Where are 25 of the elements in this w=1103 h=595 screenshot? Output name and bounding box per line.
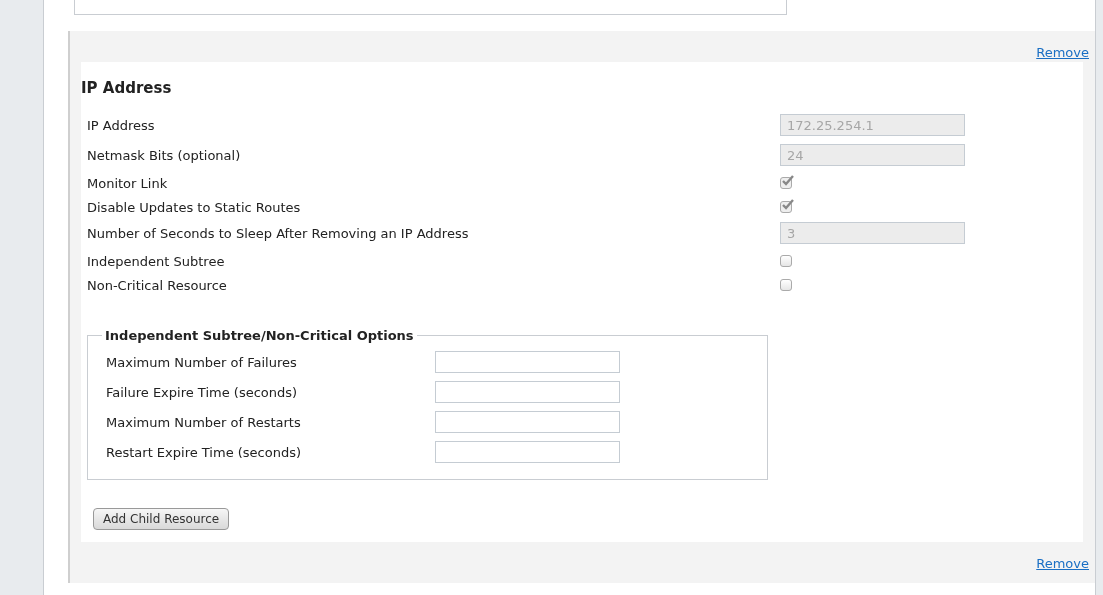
input-field[interactable] [435,411,620,433]
field-label: IP Address [87,117,156,133]
field-label: Monitor Link [87,175,169,191]
field-label: Failure Expire Time (seconds) [106,384,299,400]
checkbox[interactable] [780,279,792,291]
field-label: Number of Seconds to Sleep After Removing an IP Address [87,225,470,241]
field-label: Disable Updates to Static Routes [87,199,302,215]
add-child-resource-button[interactable]: Add Child Resource [93,508,230,530]
input-field[interactable] [435,441,620,463]
group-title: Independent Subtree/Non-Critical Options [104,328,415,343]
remove-link[interactable]: Remove [1036,556,1089,572]
remove-link[interactable]: Remove [1036,45,1089,61]
field-label: Maximum Number of Failures [106,354,298,370]
check-icon [781,175,795,187]
check-icon [781,199,795,211]
field-label: Non-Critical Resource [87,277,228,293]
field-label: Independent Subtree [87,253,226,269]
input-field[interactable] [435,381,620,403]
input-field[interactable] [435,351,620,373]
checkbox[interactable] [780,255,792,267]
field-label: Maximum Number of Restarts [106,414,302,430]
text-area[interactable] [74,0,787,15]
field-label: Netmask Bits (optional) [87,147,242,163]
field-label: Restart Expire Time (seconds) [106,444,303,460]
section-title: IP Address [81,78,173,98]
